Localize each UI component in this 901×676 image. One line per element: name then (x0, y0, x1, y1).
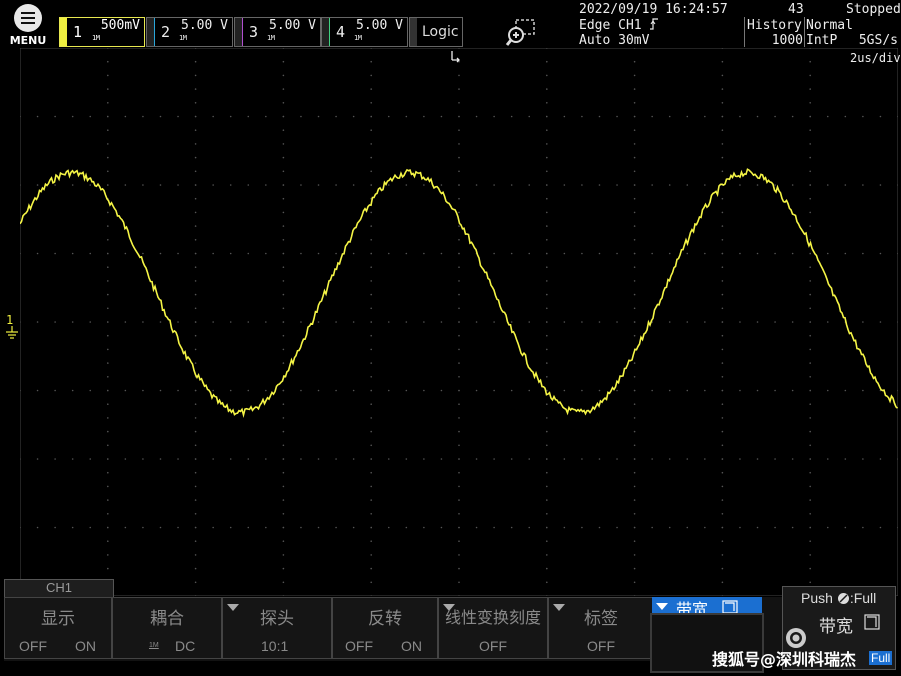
softkey-coupling-value: DC (175, 638, 196, 654)
channel-3-scale: 5.00 V (269, 18, 316, 33)
channel-2-button[interactable]: 2 5.00 V 1M (146, 17, 233, 47)
channel-1-button[interactable]: 1 500mV 1M (59, 17, 145, 47)
trigger-position-marker (451, 51, 460, 63)
channel-2-scale: 5.00 V (181, 18, 228, 33)
push-label: Push (801, 590, 833, 606)
softkey-invert-on: ON (401, 638, 422, 654)
softkey-probe-value: 10:1 (261, 638, 289, 654)
acquisition-settings[interactable]: Normal IntP 5GS/s (806, 18, 898, 48)
dropdown-icon (656, 603, 668, 610)
menu-button[interactable]: MENU (6, 4, 50, 48)
menu-label: MENU (9, 34, 47, 47)
push-bandwidth-label: 带宽 (819, 617, 853, 637)
logic-tab (410, 18, 417, 46)
history-settings[interactable]: History 1000 (747, 18, 803, 48)
channel-1-coupling: 1M (92, 34, 100, 42)
softkey-probe-title: 探头 (260, 609, 294, 629)
softkey-probe[interactable]: 探头 10:1 (222, 597, 332, 659)
trigger-type: Edge CH1 (579, 18, 642, 33)
history-label: History (747, 18, 802, 33)
softkey-label-value: OFF (587, 638, 615, 654)
channel-4-color-tab (322, 18, 330, 46)
menu-channel-tab: CH1 (4, 579, 114, 599)
channel-4-scale: 5.00 V (356, 18, 403, 33)
softkey-label-title: 标签 (584, 609, 618, 629)
softkey-display-off: OFF (19, 638, 47, 654)
logic-button[interactable]: Logic (409, 17, 463, 47)
knob-icon (837, 593, 849, 604)
channel-2-color-tab (147, 18, 155, 46)
softkey-display-title: 显示 (41, 609, 75, 629)
channel-1-number: 1 (73, 23, 83, 41)
trigger-mode: Auto (579, 33, 611, 48)
channel-3-number: 3 (249, 23, 259, 41)
trigger-level: 30mV (618, 33, 650, 48)
channel-3-color-tab (235, 18, 243, 46)
acquisition-mode: Normal (806, 18, 853, 33)
svg-text:1: 1 (6, 313, 13, 327)
channel-4-number: 4 (336, 23, 346, 41)
datetime: 2022/09/19 16:24:57 (579, 2, 728, 17)
trigger-settings[interactable]: Edge CH1 Auto 30mV (579, 18, 659, 48)
channel-1-color-tab (60, 18, 67, 46)
bandwidth-filter-icon (864, 614, 880, 630)
channel-3-button[interactable]: 3 5.00 V 1M (234, 17, 321, 47)
channel-3-coupling: 1M (267, 34, 275, 42)
softkey-display-on: ON (75, 638, 96, 654)
channel-4-button[interactable]: 4 5.00 V 1M (321, 17, 408, 47)
softkey-label[interactable]: 标签 OFF (548, 597, 654, 659)
bandwidth-full-tag: Full (869, 651, 893, 665)
softkey-coupling-title: 耦合 (150, 609, 184, 629)
ground-level-marker[interactable]: 1 (3, 312, 21, 342)
channel-4-coupling: 1M (354, 34, 362, 42)
channel-1-scale: 500mV (100, 18, 140, 33)
softkey-linear-scale[interactable]: 线性变换刻度 OFF (438, 597, 548, 659)
interpolation: IntP (806, 33, 838, 48)
menu-icon (14, 4, 42, 32)
softkey-coupling-impedance: 1M (149, 642, 159, 649)
timebase-readout: 2us/div (850, 51, 901, 65)
softkey-invert-title: 反转 (368, 609, 402, 629)
history-value: 1000 (771, 33, 803, 48)
sample-rate: 5GS/s (858, 33, 898, 48)
softkey-coupling[interactable]: 耦合 1M DC (112, 597, 222, 659)
zoom-icon[interactable] (505, 18, 537, 48)
softkey-invert[interactable]: 反转 OFF ON (332, 597, 438, 659)
softkey-display[interactable]: 显示 OFF ON (4, 597, 112, 659)
channel-2-coupling: 1M (179, 34, 187, 42)
push-full-label: :Full (849, 590, 877, 606)
bandwidth-filter-icon (722, 600, 738, 614)
watermark-text: 搜狐号@深圳科瑞杰 (712, 650, 857, 669)
softkey-linear-scale-title: 线性变换刻度 (444, 608, 541, 627)
acquisition-count: 43 (788, 2, 804, 17)
softkey-invert-off: OFF (345, 638, 373, 654)
channel-2-number: 2 (161, 23, 171, 41)
waveform-display[interactable] (20, 48, 898, 596)
logic-label: Logic (422, 24, 459, 40)
run-state: Stopped (846, 2, 901, 17)
rising-edge-icon (650, 18, 659, 30)
softkey-linear-scale-value: OFF (479, 638, 507, 654)
